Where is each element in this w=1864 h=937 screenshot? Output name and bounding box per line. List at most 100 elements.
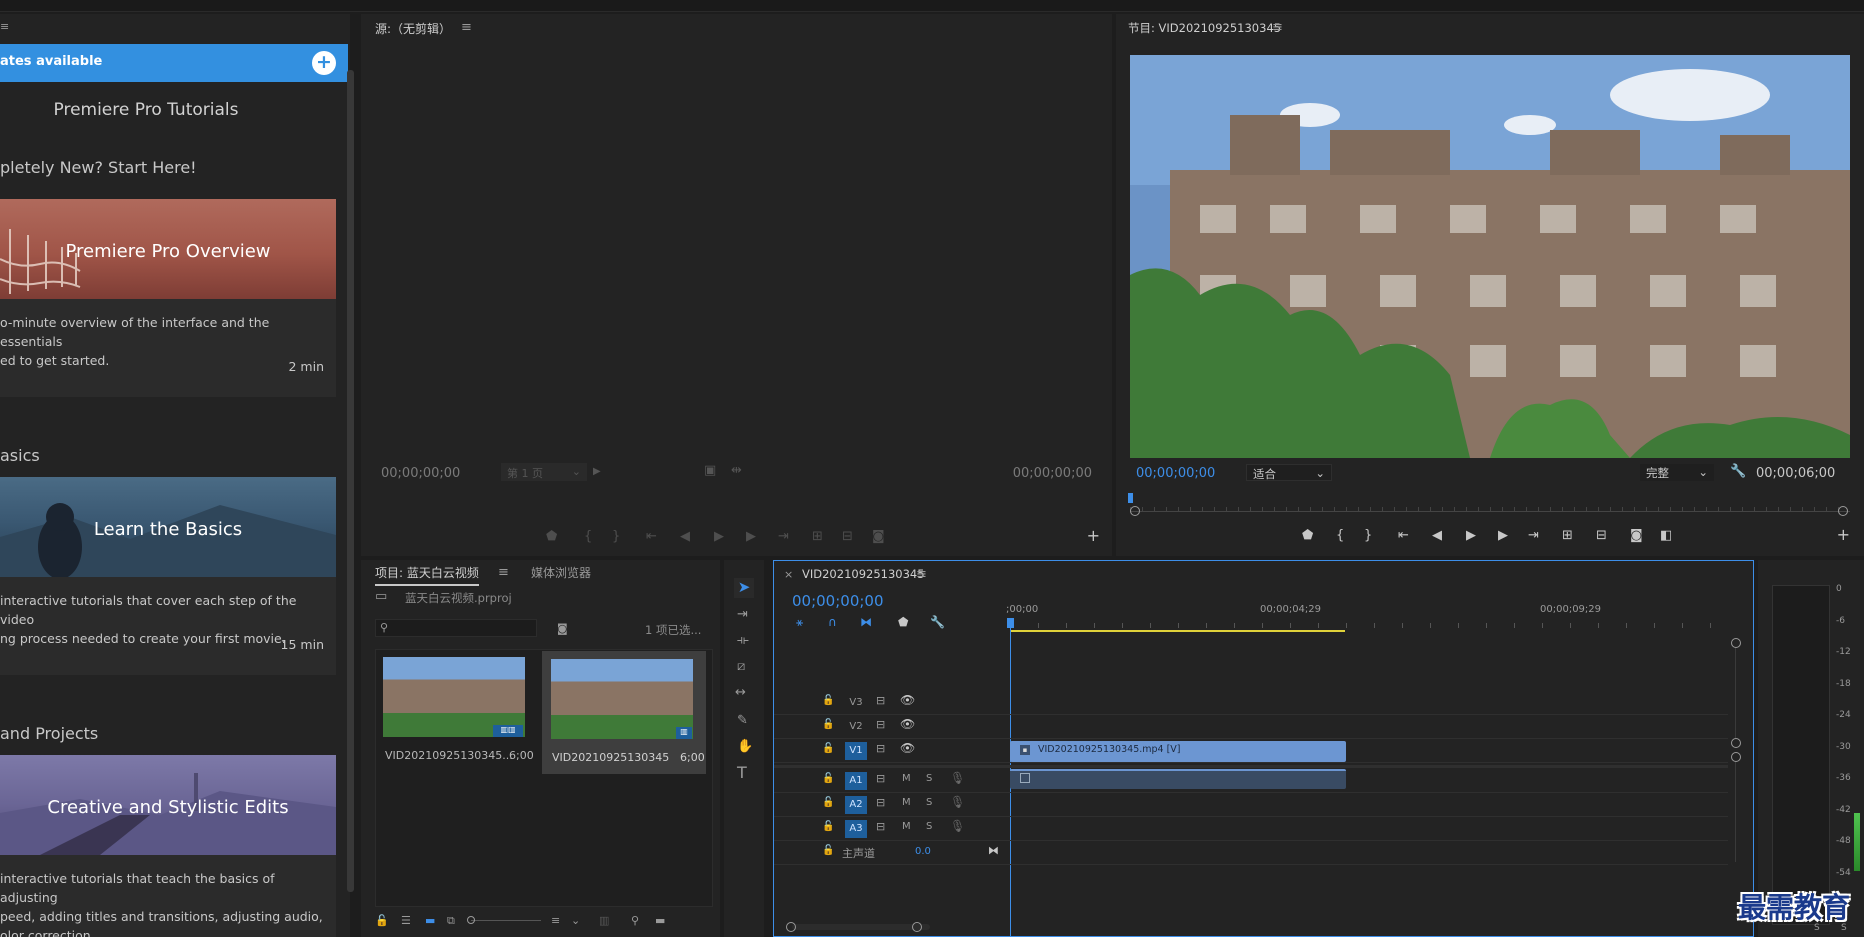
- track-target[interactable]: A3: [845, 820, 867, 838]
- out-point-icon[interactable]: }: [612, 529, 620, 544]
- track-target[interactable]: V1: [845, 742, 867, 760]
- lock-icon[interactable]: 🔓: [822, 797, 834, 808]
- solo-button[interactable]: S: [926, 773, 932, 784]
- step-forward-icon[interactable]: ▶: [746, 529, 756, 544]
- program-timecode[interactable]: 00;00;00;00: [1136, 466, 1215, 481]
- panel-menu-icon[interactable]: ≡: [1272, 21, 1283, 35]
- close-icon[interactable]: ×: [784, 568, 793, 582]
- video-clip[interactable]: ▪ VID20210925130345.mp4 [V]: [1010, 741, 1346, 762]
- sequence-tab[interactable]: VID20210925130345: [802, 567, 925, 581]
- project-item-selected[interactable]: ▥ VID20210925130345 6;00: [542, 651, 706, 774]
- timeline-timecode[interactable]: 00;00;00;00: [792, 592, 884, 610]
- lock-icon[interactable]: 🔓: [822, 821, 834, 832]
- nest-icon[interactable]: ⚹: [796, 615, 803, 630]
- razor-icon[interactable]: ⧄: [737, 660, 745, 674]
- panel-menu-icon[interactable]: ≡: [461, 21, 472, 35]
- overwrite-icon[interactable]: ⊟: [842, 529, 853, 544]
- camera-icon[interactable]: ◙: [557, 622, 568, 636]
- eye-icon[interactable]: 👁: [900, 693, 915, 707]
- track-target[interactable]: V3: [845, 694, 867, 712]
- mute-button[interactable]: M: [902, 797, 911, 808]
- chevron-down-icon[interactable]: ⌄: [571, 914, 580, 927]
- add-button-icon[interactable]: +: [1087, 528, 1100, 544]
- mic-icon[interactable]: 🎙: [950, 795, 965, 809]
- scrub-start-handle[interactable]: [1130, 506, 1140, 516]
- wrench-icon[interactable]: 🔧: [1730, 465, 1746, 479]
- marker-icon[interactable]: ⬟: [1302, 528, 1313, 543]
- list-view-icon[interactable]: ☰: [401, 914, 411, 927]
- automate-icon[interactable]: ▥: [599, 914, 609, 927]
- panel-menu-icon[interactable]: ≡: [498, 566, 509, 580]
- marker-icon[interactable]: ⬟: [898, 615, 908, 629]
- eye-icon[interactable]: 👁: [900, 741, 915, 755]
- track-target[interactable]: A2: [845, 796, 867, 814]
- sync-lock-icon[interactable]: ⊟: [876, 742, 885, 755]
- sync-lock-icon[interactable]: ⊟: [876, 694, 885, 707]
- hscroll-track[interactable]: [792, 924, 930, 930]
- vscroll-handle[interactable]: [1731, 638, 1741, 648]
- play-icon[interactable]: ▶: [714, 529, 724, 544]
- step-forward-icon[interactable]: ▶: [1498, 528, 1508, 543]
- work-area-bar[interactable]: [1010, 630, 1345, 632]
- track-select-icon[interactable]: ⇥: [737, 608, 748, 622]
- sort-icon[interactable]: ≡: [551, 914, 560, 927]
- track-target[interactable]: V2: [845, 718, 867, 736]
- selection-tool-icon[interactable]: ➤: [734, 578, 754, 598]
- lock-icon[interactable]: 🔓: [822, 695, 834, 706]
- play-icon[interactable]: ▶: [1466, 528, 1476, 543]
- search-input[interactable]: ⚲: [375, 619, 537, 637]
- hscroll-handle[interactable]: [786, 922, 796, 932]
- extract-icon[interactable]: ⊟: [1596, 528, 1607, 543]
- track-divider[interactable]: [774, 765, 1728, 768]
- compare-icon[interactable]: ⇹: [731, 464, 742, 478]
- in-point-icon[interactable]: {: [584, 529, 592, 544]
- lock-icon[interactable]: 🔓: [375, 914, 389, 927]
- go-in-icon[interactable]: ⇤: [1398, 528, 1409, 543]
- zoom-handle[interactable]: [467, 916, 475, 924]
- program-scrub-bar[interactable]: [1130, 498, 1850, 512]
- compare-view-icon[interactable]: ◧: [1660, 528, 1672, 543]
- lift-icon[interactable]: ⊞: [1562, 528, 1573, 543]
- program-video[interactable]: [1130, 55, 1850, 458]
- lock-icon[interactable]: 🔓: [822, 719, 834, 730]
- mic-icon[interactable]: 🎙: [950, 771, 965, 785]
- lock-icon[interactable]: 🔓: [822, 773, 834, 784]
- solo-button[interactable]: S: [926, 797, 932, 808]
- tutorial-card-creative[interactable]: Creative and Stylistic Edits interactive…: [0, 755, 336, 937]
- icon-view-icon[interactable]: ▬: [425, 914, 435, 927]
- plus-circle-icon[interactable]: +: [312, 51, 336, 75]
- eye-icon[interactable]: 👁: [900, 717, 915, 731]
- page-select[interactable]: 第 1 页 ⌄: [501, 463, 587, 481]
- lock-icon[interactable]: 🔓: [822, 845, 834, 856]
- hscroll-handle[interactable]: [912, 922, 922, 932]
- scrub-end-handle[interactable]: [1838, 506, 1848, 516]
- out-point-icon[interactable]: }: [1364, 528, 1372, 543]
- wrench-icon[interactable]: 🔧: [930, 615, 945, 629]
- slip-icon[interactable]: ↔: [735, 686, 746, 700]
- snap-icon[interactable]: ∩: [828, 615, 837, 629]
- linked-select-icon[interactable]: ⧓: [860, 615, 872, 629]
- hand-icon[interactable]: ✋: [737, 740, 753, 754]
- camera-icon[interactable]: ◙: [872, 529, 885, 544]
- camera-icon[interactable]: ◙: [1630, 528, 1643, 543]
- playhead-marker[interactable]: [1128, 493, 1133, 503]
- vscroll-handle[interactable]: [1731, 752, 1741, 762]
- search-icon[interactable]: ⚲: [631, 914, 639, 927]
- updates-banner[interactable]: ates available +: [0, 44, 348, 82]
- audio-clip[interactable]: [1010, 769, 1346, 789]
- solo-button[interactable]: S: [926, 821, 932, 832]
- in-point-icon[interactable]: {: [1336, 528, 1344, 543]
- panel-menu-icon[interactable]: ≡: [916, 568, 927, 582]
- settings-icon[interactable]: ▣: [704, 464, 716, 478]
- tab-project[interactable]: 项目: 蓝天白云视频: [375, 564, 479, 586]
- sync-lock-icon[interactable]: ⊟: [876, 772, 885, 785]
- ripple-edit-icon[interactable]: ⟛: [737, 634, 749, 648]
- step-back-icon[interactable]: ◀: [680, 529, 690, 544]
- insert-icon[interactable]: ⊞: [812, 529, 823, 544]
- sync-lock-icon[interactable]: ⊟: [876, 820, 885, 833]
- marker-icon[interactable]: ⬟: [546, 529, 557, 544]
- learn-scrollbar[interactable]: [347, 70, 354, 892]
- sync-lock-icon[interactable]: ⊟: [876, 718, 885, 731]
- go-end-icon[interactable]: ⧓: [988, 844, 999, 857]
- pen-icon[interactable]: ✎: [737, 714, 748, 728]
